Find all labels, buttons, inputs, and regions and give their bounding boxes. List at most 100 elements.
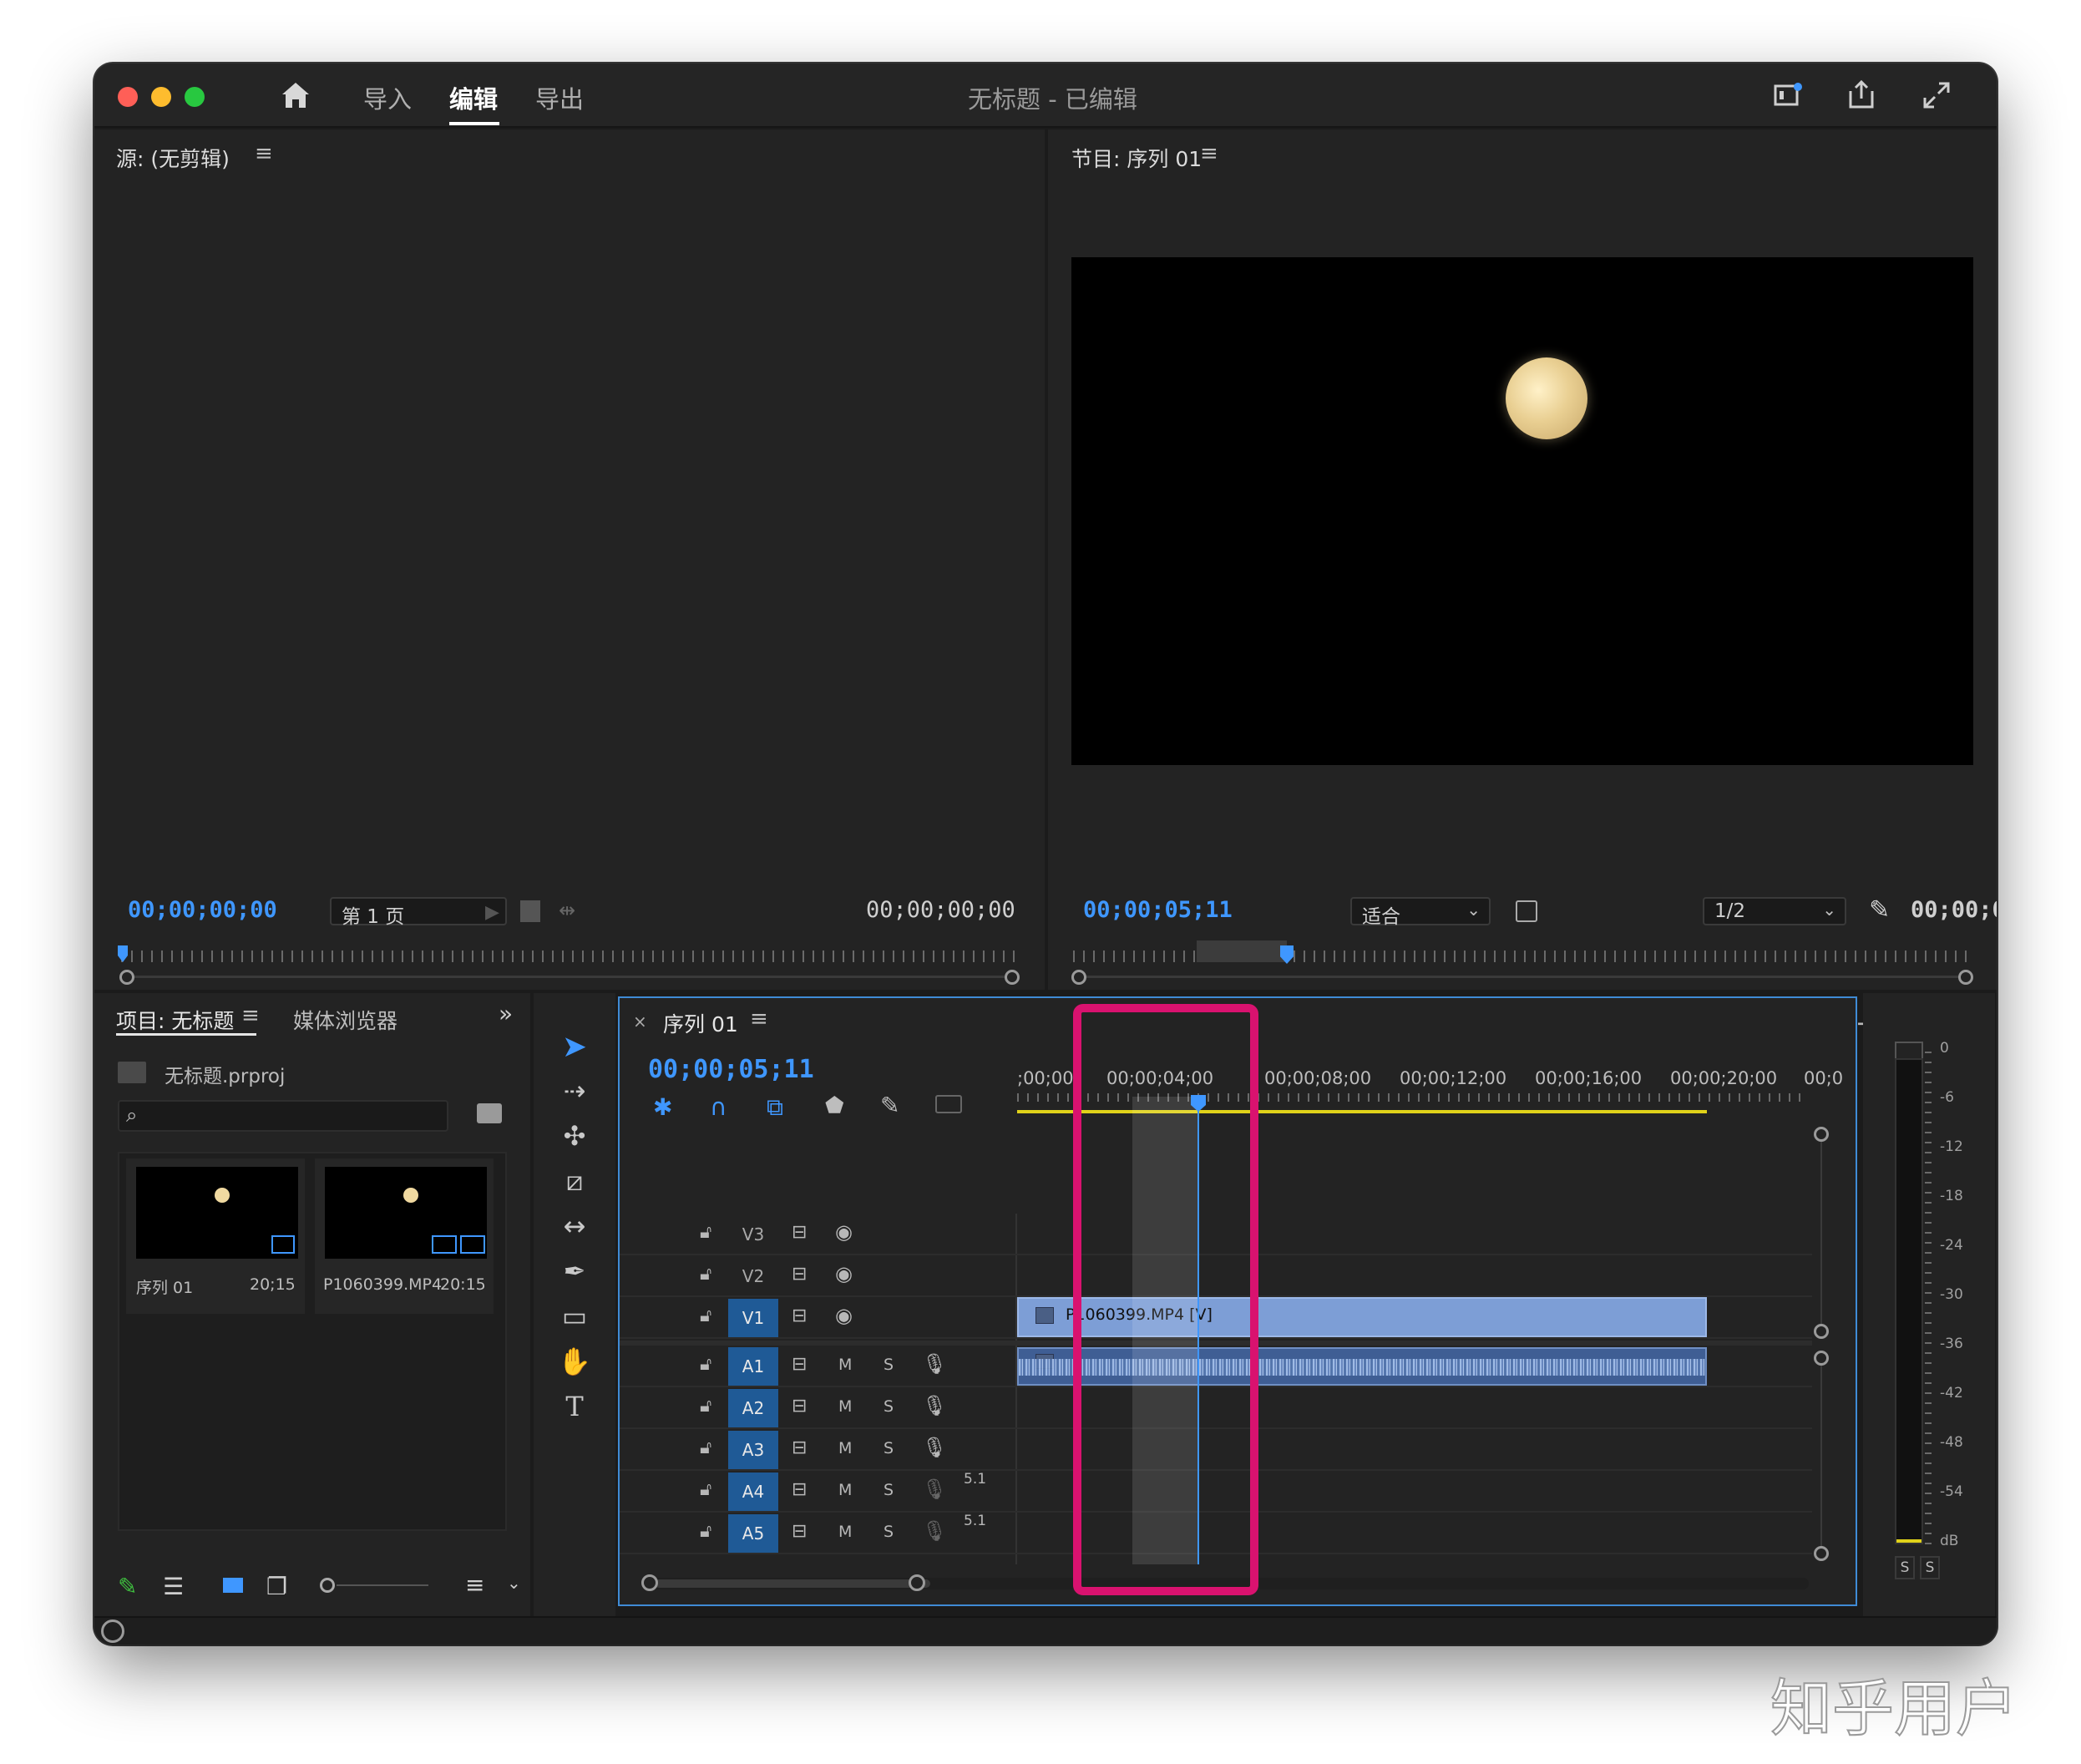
type-tool-icon[interactable]: T: [534, 1391, 615, 1422]
microphone-icon[interactable]: 🎙︎: [922, 1478, 947, 1501]
solo-button[interactable]: S: [884, 1356, 894, 1374]
tab-edit[interactable]: 编辑: [449, 80, 498, 115]
lock-icon[interactable]: 🔓︎: [700, 1396, 711, 1417]
tab-media-browser[interactable]: 媒体浏览器: [293, 1005, 397, 1035]
audio-scroll-handle-bottom[interactable]: [1814, 1546, 1829, 1561]
icon-view-icon[interactable]: [223, 1578, 243, 1593]
track-label-v2[interactable]: V2: [728, 1257, 778, 1295]
track-label-a5[interactable]: A5: [728, 1514, 778, 1553]
meter-solo-left-button[interactable]: S: [1895, 1556, 1915, 1579]
nest-icon[interactable]: ✱: [653, 1093, 672, 1121]
lock-icon[interactable]: 🔓︎: [700, 1437, 711, 1458]
video-scroll-handle-bottom[interactable]: [1814, 1324, 1829, 1339]
program-zoom-bar[interactable]: [1080, 976, 1965, 978]
meter-solo-right-button[interactable]: S: [1920, 1556, 1940, 1579]
linked-selection-icon[interactable]: ⧉: [767, 1093, 783, 1122]
source-page-select[interactable]: 第 1 页 ⌄: [330, 897, 507, 928]
ripple-edit-tool-icon[interactable]: ✣: [534, 1120, 615, 1152]
snap-magnet-icon[interactable]: ∩: [710, 1093, 727, 1121]
sort-icon[interactable]: ≡: [465, 1571, 484, 1599]
sync-lock-icon[interactable]: ⊟: [792, 1222, 807, 1243]
selection-tool-icon[interactable]: ➤: [534, 1030, 615, 1064]
settings-wrench-icon[interactable]: ✎: [1869, 895, 1890, 925]
source-panel-menu-icon[interactable]: ≡: [255, 141, 273, 166]
lock-icon[interactable]: 🔓︎: [700, 1305, 711, 1326]
chevron-down-icon[interactable]: ⌄: [507, 1573, 521, 1593]
timeline-panel-menu-icon[interactable]: ≡: [750, 1006, 768, 1032]
mute-button[interactable]: M: [838, 1397, 852, 1416]
source-zoom-handle-left[interactable]: [119, 970, 134, 985]
mute-button[interactable]: M: [838, 1523, 852, 1541]
program-zoom-handle-left[interactable]: [1071, 970, 1086, 985]
zoom-slider-handle[interactable]: [320, 1578, 335, 1593]
solo-button[interactable]: S: [884, 1397, 894, 1416]
zoom-window-button[interactable]: [185, 87, 205, 107]
microphone-icon[interactable]: 🎙︎: [922, 1436, 947, 1459]
pencil-icon[interactable]: ✎: [118, 1573, 137, 1600]
timeline-title[interactable]: 序列 01: [663, 1008, 738, 1038]
mute-button[interactable]: M: [838, 1481, 852, 1499]
track-label-v1[interactable]: V1: [728, 1299, 778, 1337]
slip-tool-icon[interactable]: ↔: [534, 1210, 615, 1242]
eye-icon[interactable]: ◉: [835, 1220, 853, 1244]
project-panel-title[interactable]: 项目: 无标题: [116, 1005, 234, 1035]
project-search-input[interactable]: ⌕: [118, 1100, 448, 1132]
program-panel-menu-icon[interactable]: ≡: [1200, 141, 1218, 166]
new-search-bin-icon[interactable]: [477, 1103, 502, 1123]
settings-wrench-icon[interactable]: ✎: [880, 1092, 899, 1119]
mute-button[interactable]: M: [838, 1439, 852, 1457]
sync-lock-icon[interactable]: ⊟: [792, 1305, 807, 1326]
captions-icon[interactable]: [935, 1095, 962, 1113]
creative-cloud-icon[interactable]: [101, 1620, 124, 1643]
source-zoom-handle-right[interactable]: [1005, 970, 1020, 985]
razor-tool-icon[interactable]: ⧄: [534, 1165, 615, 1198]
mute-button[interactable]: M: [838, 1356, 852, 1374]
lock-icon[interactable]: 🔓︎: [700, 1222, 711, 1243]
sync-lock-icon[interactable]: ⊟: [792, 1437, 807, 1458]
tab-import[interactable]: 导入: [363, 80, 412, 115]
microphone-icon[interactable]: 🎙︎: [922, 1519, 947, 1543]
eye-icon[interactable]: ◉: [835, 1262, 853, 1285]
play-small-icon[interactable]: ▶: [485, 902, 499, 923]
minimize-window-button[interactable]: [151, 87, 171, 107]
resolution-select[interactable]: 1/2 ⌄: [1703, 897, 1846, 925]
fit-select[interactable]: 适合 ⌄: [1350, 897, 1491, 928]
add-marker-icon[interactable]: ⬟: [825, 1093, 844, 1118]
source-timecode-in[interactable]: 00;00;00;00: [128, 897, 277, 923]
microphone-icon[interactable]: 🎙︎: [922, 1394, 947, 1417]
tab-export[interactable]: 导出: [535, 80, 584, 115]
rectangle-tool-icon[interactable]: ▭: [534, 1300, 615, 1332]
timeline-zoom-handle-left[interactable]: [641, 1574, 658, 1591]
sync-lock-icon[interactable]: ⊟: [792, 1354, 807, 1375]
audio-scroll-track[interactable]: [1820, 1356, 1822, 1548]
hand-tool-icon[interactable]: ✋: [534, 1346, 615, 1377]
timeline-zoom-thumb[interactable]: [655, 1579, 930, 1588]
close-window-button[interactable]: [118, 87, 138, 107]
solo-button[interactable]: S: [884, 1523, 894, 1541]
solo-button[interactable]: S: [884, 1439, 894, 1457]
share-icon[interactable]: [1846, 79, 1876, 110]
track-label-v3[interactable]: V3: [728, 1215, 778, 1254]
eye-icon[interactable]: ◉: [835, 1304, 853, 1327]
pen-tool-icon[interactable]: ✒: [534, 1255, 615, 1287]
fullscreen-icon[interactable]: [1922, 80, 1952, 110]
freeform-view-icon[interactable]: ❐: [266, 1573, 287, 1600]
sync-lock-icon[interactable]: ⊟: [792, 1396, 807, 1417]
video-scroll-track[interactable]: [1820, 1132, 1822, 1332]
track-label-a4[interactable]: A4: [728, 1473, 778, 1511]
project-item-clip[interactable]: P1060399.MP4 20:15: [315, 1158, 494, 1314]
microphone-icon[interactable]: 🎙︎: [922, 1352, 947, 1376]
sync-lock-icon[interactable]: ⊟: [792, 1479, 807, 1500]
lock-icon[interactable]: 🔓︎: [700, 1264, 711, 1285]
track-select-tool-icon[interactable]: ⇢: [534, 1075, 615, 1107]
lock-icon[interactable]: 🔓︎: [700, 1479, 711, 1500]
program-video-frame[interactable]: [1071, 257, 1973, 765]
track-label-a2[interactable]: A2: [728, 1389, 778, 1427]
track-label-a3[interactable]: A3: [728, 1431, 778, 1469]
lock-icon[interactable]: 🔓︎: [700, 1521, 711, 1542]
more-panels-icon[interactable]: »: [499, 1000, 513, 1027]
list-view-icon[interactable]: ☰: [163, 1573, 184, 1600]
home-icon[interactable]: [280, 80, 311, 110]
source-zoom-bar[interactable]: [128, 976, 1013, 978]
sync-lock-icon[interactable]: ⊟: [792, 1521, 807, 1542]
